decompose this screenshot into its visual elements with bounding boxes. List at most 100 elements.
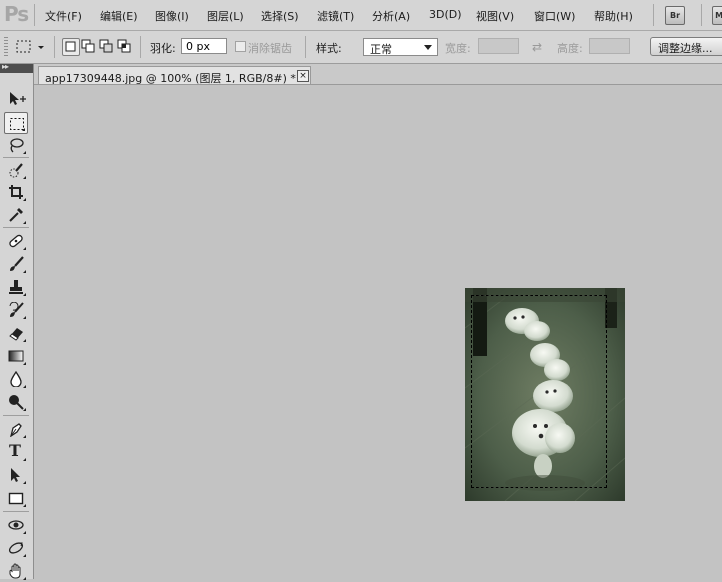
intersect-selection-button[interactable]: [116, 38, 132, 54]
brush-tool[interactable]: [4, 253, 28, 275]
quick-selection-tool-icon: [9, 163, 23, 178]
launch-bridge-button[interactable]: Br: [665, 6, 685, 25]
style-label: 样式:: [316, 42, 342, 55]
flyout-indicator: [22, 128, 25, 131]
flyout-indicator: [23, 339, 26, 342]
crop-tool[interactable]: [4, 181, 28, 203]
tool-divider: [3, 511, 29, 512]
feather-label: 羽化:: [150, 42, 176, 55]
lasso-tool-icon: [10, 138, 24, 153]
launch-minibridge-button[interactable]: Mb: [712, 6, 722, 25]
quick-selection-tool[interactable]: [4, 159, 28, 181]
blur-tool-icon: [10, 371, 22, 387]
tool-divider: [3, 227, 29, 228]
blur-tool[interactable]: [4, 368, 28, 390]
menu-item-10[interactable]: 帮助(H): [594, 8, 633, 24]
lasso-tool[interactable]: [4, 134, 28, 156]
rectangle-tool[interactable]: [4, 487, 28, 509]
3d-rotate-tool[interactable]: [4, 514, 28, 536]
options-bar: 羽化: 消除锯齿 样式: 正常 宽度: ⇄ 高度: 调整边缘...: [0, 31, 722, 64]
flyout-indicator: [23, 385, 26, 388]
add-selection-icon: [81, 39, 95, 53]
options-divider: [140, 36, 141, 58]
flyout-indicator: [23, 247, 26, 250]
flyout-indicator: [23, 198, 26, 201]
width-input[interactable]: [478, 38, 519, 54]
gradient-tool[interactable]: [4, 345, 28, 367]
menu-item-8[interactable]: 视图(V): [476, 8, 514, 24]
eyedropper-tool-icon: [9, 208, 23, 222]
options-bar-grip[interactable]: [4, 37, 8, 57]
history-brush-icon: [9, 302, 24, 317]
flyout-indicator: [23, 504, 26, 507]
type-tool[interactable]: T: [4, 441, 28, 463]
close-tab-icon[interactable]: ×: [297, 70, 309, 82]
pen-tool[interactable]: [4, 418, 28, 440]
selection-marquee[interactable]: [471, 295, 607, 488]
gradient-tool-icon: [8, 350, 24, 362]
height-input[interactable]: [589, 38, 630, 54]
type-tool-icon: T: [9, 441, 21, 460]
feather-input[interactable]: [181, 38, 227, 54]
new-selection-button[interactable]: [62, 38, 80, 56]
menu-item-6[interactable]: 分析(A): [372, 8, 410, 24]
double-chevron-icon: ▸▸: [2, 62, 9, 71]
flyout-indicator: [23, 531, 26, 534]
history-brush-tool[interactable]: [4, 299, 28, 321]
move-tool-icon: [10, 92, 26, 105]
antialias-label: 消除锯齿: [248, 42, 292, 55]
flyout-indicator: [23, 362, 26, 365]
clone-stamp-tool[interactable]: [4, 276, 28, 298]
tool-divider: [3, 157, 29, 158]
pen-tool-icon: [10, 423, 22, 437]
photoshop-logo-icon: Ps: [4, 2, 29, 26]
menu-item-4[interactable]: 选择(S): [261, 8, 299, 24]
move-tool[interactable]: [4, 88, 28, 110]
spot-healing-brush-tool[interactable]: [4, 230, 28, 252]
menu-item-9[interactable]: 窗口(W): [534, 8, 575, 24]
style-select-value: 正常: [370, 43, 392, 56]
flyout-indicator: [23, 408, 26, 411]
tool-preset-picker[interactable]: [14, 38, 46, 56]
tools-panel: ▸▸ T: [0, 62, 34, 580]
document-canvas[interactable]: [34, 85, 722, 579]
eraser-tool[interactable]: [4, 322, 28, 344]
tools-panel-header[interactable]: ▸▸: [0, 62, 33, 73]
dodge-tool-icon: [9, 395, 24, 410]
menu-item-5[interactable]: 滤镜(T): [317, 8, 354, 24]
style-select[interactable]: 正常: [363, 38, 438, 56]
spot-healing-brush-icon: [9, 234, 23, 248]
flyout-indicator: [23, 435, 26, 438]
dodge-tool[interactable]: [4, 391, 28, 413]
add-to-selection-button[interactable]: [80, 38, 96, 54]
path-selection-tool[interactable]: [4, 464, 28, 486]
flyout-indicator: [23, 316, 26, 319]
subtract-selection-icon: [99, 39, 113, 53]
flyout-indicator: [23, 176, 26, 179]
menu-item-2[interactable]: 图像(I): [155, 8, 189, 24]
subtract-from-selection-button[interactable]: [98, 38, 114, 54]
refine-edge-button[interactable]: 调整边缘...: [650, 37, 722, 56]
menu-item-3[interactable]: 图层(L): [207, 8, 244, 24]
flyout-indicator: [23, 458, 26, 461]
swap-width-height-icon[interactable]: ⇄: [532, 40, 542, 54]
tool-divider: [3, 415, 29, 416]
menu-item-1[interactable]: 编辑(E): [100, 8, 138, 24]
chevron-down-icon: [424, 45, 432, 50]
menu-item-0[interactable]: 文件(F): [45, 8, 82, 24]
marquee-preset-icon: [16, 40, 44, 53]
3d-orbit-tool[interactable]: [4, 537, 28, 559]
clone-stamp-tool-icon: [9, 280, 23, 294]
path-selection-tool-icon: [11, 468, 20, 482]
flyout-indicator: [23, 270, 26, 273]
rectangular-marquee-tool[interactable]: [4, 112, 28, 134]
eyedropper-tool[interactable]: [4, 204, 28, 226]
menu-item-7[interactable]: 3D(D): [429, 8, 462, 21]
flyout-indicator: [23, 151, 26, 154]
flyout-indicator: [23, 293, 26, 296]
menu-divider: [701, 4, 702, 26]
antialias-checkbox[interactable]: [235, 41, 246, 52]
menu-divider: [34, 4, 35, 26]
document-tab[interactable]: app17309448.jpg @ 100% (图层 1, RGB/8#) * …: [38, 66, 311, 85]
new-selection-icon: [65, 41, 76, 52]
